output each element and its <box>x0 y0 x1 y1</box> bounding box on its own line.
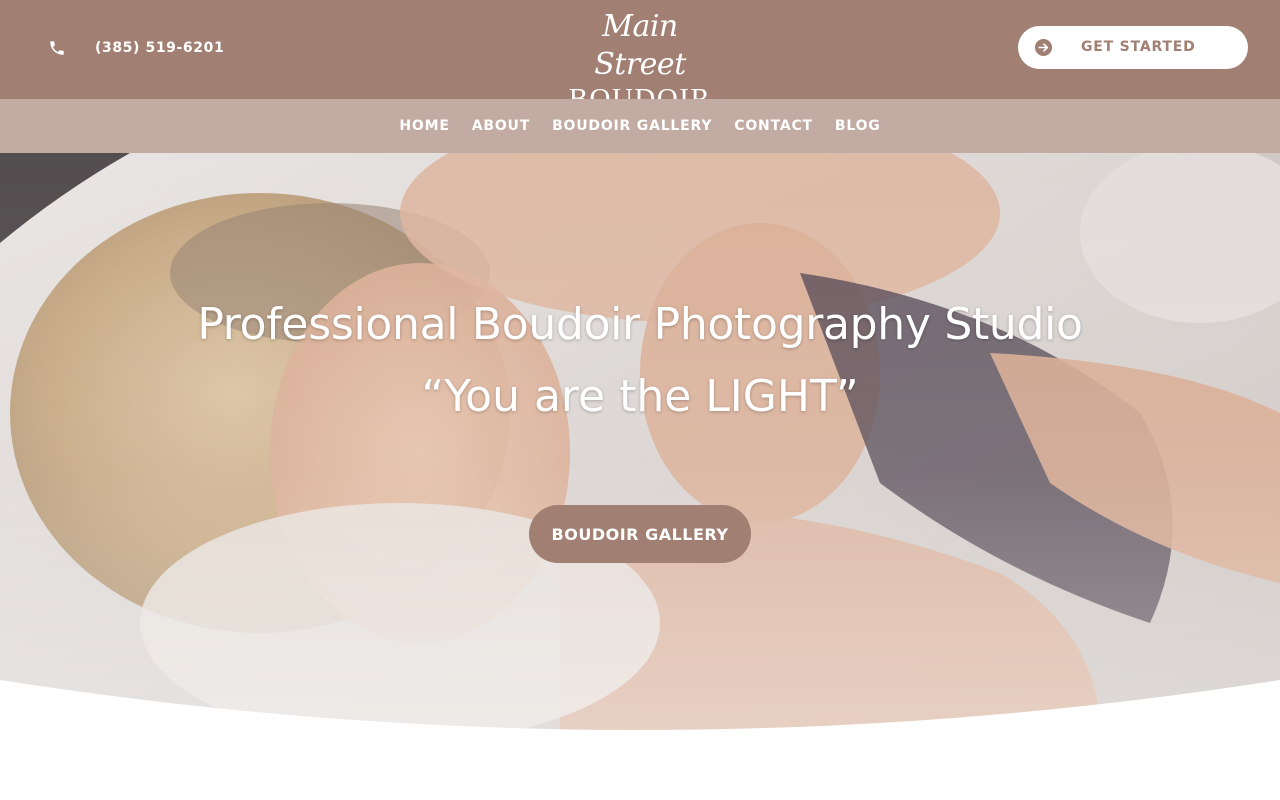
nav-item-home[interactable]: HOME <box>399 118 449 134</box>
nav-item-contact[interactable]: CONTACT <box>734 118 813 134</box>
hero-title: Professional Boudoir Photography Studio <box>197 299 1083 350</box>
nav-item-about[interactable]: ABOUT <box>472 118 530 134</box>
main-navigation: HOME ABOUT BOUDOIR GALLERY CONTACT BLOG <box>0 99 1280 153</box>
site-logo[interactable]: Main Street BOUDOIR <box>556 8 724 114</box>
phone-icon <box>48 39 66 57</box>
nav-item-blog[interactable]: BLOG <box>835 118 881 134</box>
get-started-label: GET STARTED <box>1081 39 1196 55</box>
section-divider-curve <box>0 680 1280 750</box>
hero-photo <box>0 153 1280 733</box>
get-started-button[interactable]: GET STARTED <box>1018 26 1248 69</box>
phone-number: (385) 519-6201 <box>95 40 225 56</box>
top-header: (385) 519-6201 Main Street BOUDOIR GET S… <box>0 0 1280 114</box>
phone-link[interactable]: (385) 519-6201 <box>48 36 224 60</box>
boudoir-gallery-button[interactable]: BOUDOIR GALLERY <box>529 505 751 563</box>
hero-quote: “You are the LIGHT” <box>421 371 859 422</box>
logo-script-text: Main Street <box>594 9 686 82</box>
hero-section: Professional Boudoir Photography Studio … <box>0 153 1280 733</box>
nav-item-boudoir-gallery[interactable]: BOUDOIR GALLERY <box>552 118 712 134</box>
arrow-right-circle-icon <box>1034 38 1053 57</box>
